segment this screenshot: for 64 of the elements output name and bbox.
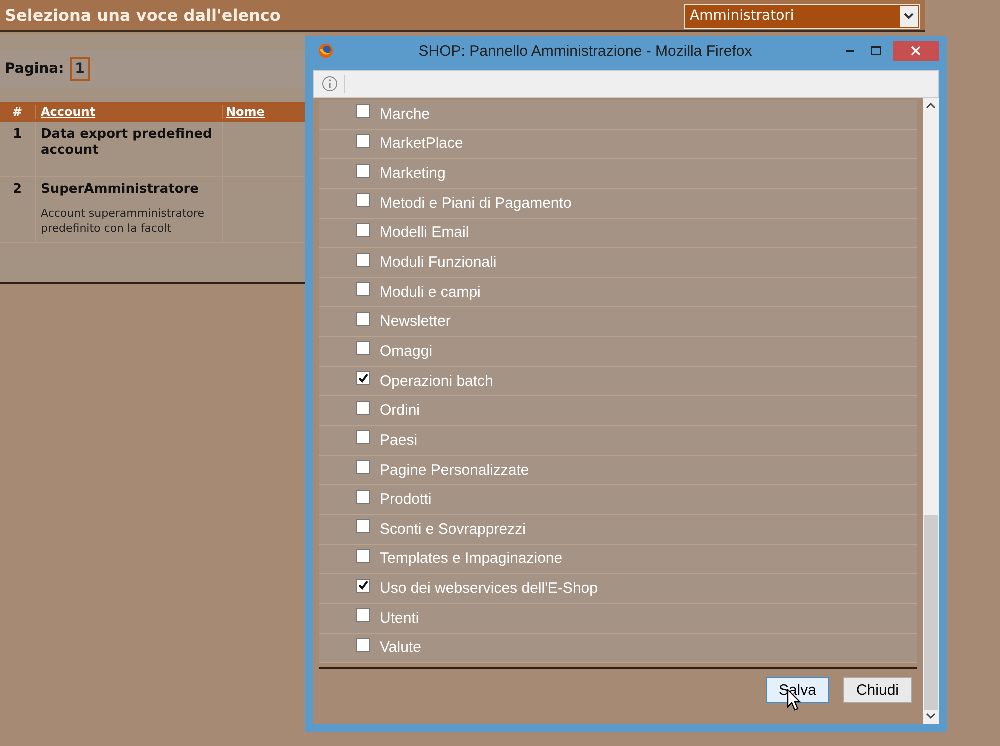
checkbox[interactable] bbox=[356, 252, 370, 267]
page-title: Seleziona una voce dall'elenco bbox=[5, 6, 281, 24]
permission-row[interactable]: MarketPlace bbox=[319, 130, 917, 160]
checkbox[interactable] bbox=[356, 371, 370, 386]
column-header[interactable]: Account bbox=[35, 105, 222, 119]
checkbox[interactable] bbox=[356, 608, 370, 622]
permission-row[interactable]: Pagine Personalizzate bbox=[319, 456, 917, 486]
checkbox[interactable] bbox=[356, 430, 370, 444]
permission-row[interactable]: Moduli e campi bbox=[319, 278, 917, 308]
close-icon bbox=[911, 46, 921, 56]
browser-logo-icon bbox=[318, 43, 334, 59]
permission-row[interactable]: Prodotti bbox=[319, 485, 917, 515]
checkbox[interactable] bbox=[356, 519, 370, 534]
select-value: Amministratori bbox=[689, 8, 796, 24]
permission-row[interactable]: Marche bbox=[319, 100, 917, 130]
checkbox[interactable] bbox=[356, 193, 370, 208]
info-icon bbox=[322, 76, 338, 92]
table-cell-text: 2 bbox=[12, 181, 24, 199]
checkbox[interactable] bbox=[356, 341, 370, 356]
checkbox[interactable] bbox=[356, 548, 370, 563]
dialog-button[interactable]: Chiudi bbox=[843, 677, 912, 704]
permission-row[interactable]: Metodi e Piani di Pagamento bbox=[319, 188, 917, 219]
checkbox[interactable] bbox=[356, 490, 370, 504]
permission-row[interactable]: Operazioni batch bbox=[319, 366, 917, 396]
maximize-icon bbox=[871, 46, 881, 56]
scroll-down-icon[interactable] bbox=[926, 712, 936, 720]
table-cell-text: 1 bbox=[12, 126, 24, 144]
permission-row[interactable]: Omaggi bbox=[319, 337, 917, 367]
minimize-icon bbox=[846, 50, 854, 52]
column-header: # bbox=[11, 105, 24, 119]
pager-label: Pagina: bbox=[5, 61, 64, 77]
group-select[interactable]: Amministratori bbox=[684, 4, 920, 28]
account-name: Data export predefined account bbox=[41, 127, 214, 159]
permission-row[interactable]: Newsletter bbox=[319, 307, 917, 338]
checkbox[interactable] bbox=[356, 104, 370, 118]
dropdown-button[interactable] bbox=[900, 6, 918, 26]
checkbox[interactable] bbox=[356, 222, 370, 237]
checkbox[interactable] bbox=[356, 400, 370, 415]
scrollbar[interactable] bbox=[923, 98, 939, 724]
checkbox[interactable] bbox=[356, 134, 370, 148]
checkbox[interactable] bbox=[356, 638, 370, 652]
checkbox[interactable] bbox=[356, 282, 370, 296]
permission-row[interactable]: Sconti e Sovrapprezzi bbox=[319, 514, 917, 545]
scroll-thumb[interactable] bbox=[924, 515, 938, 710]
permission-row[interactable]: Utenti bbox=[319, 604, 917, 634]
chevron-down-icon bbox=[904, 12, 914, 20]
permission-row[interactable]: Templates e Impaginazione bbox=[319, 544, 917, 574]
window-title: SHOP: Pannello Amministrazione - Mozilla Firefox bbox=[418, 42, 754, 60]
permission-row[interactable]: Valute bbox=[319, 634, 917, 664]
permission-row[interactable]: Moduli Funzionali bbox=[319, 248, 917, 278]
permission-row[interactable]: Uso dei webservices dell'E-Shop bbox=[319, 574, 917, 604]
page-link[interactable]: 1 bbox=[70, 57, 90, 81]
checkbox[interactable] bbox=[356, 460, 370, 474]
permission-row[interactable]: Marketing bbox=[319, 159, 917, 189]
checkbox[interactable] bbox=[356, 312, 370, 326]
scroll-up-icon[interactable] bbox=[926, 102, 936, 110]
checkbox[interactable] bbox=[356, 164, 370, 178]
checkbox[interactable] bbox=[356, 578, 370, 593]
permission-row[interactable]: Paesi bbox=[319, 426, 917, 456]
close-button[interactable] bbox=[893, 41, 939, 61]
permission-row[interactable]: Ordini bbox=[319, 396, 917, 426]
account-name: SuperAmministratore bbox=[41, 182, 200, 198]
permission-row[interactable]: Modelli Email bbox=[319, 218, 917, 248]
account-description: Account superamministratore predefinito con la facolt bbox=[41, 206, 206, 237]
